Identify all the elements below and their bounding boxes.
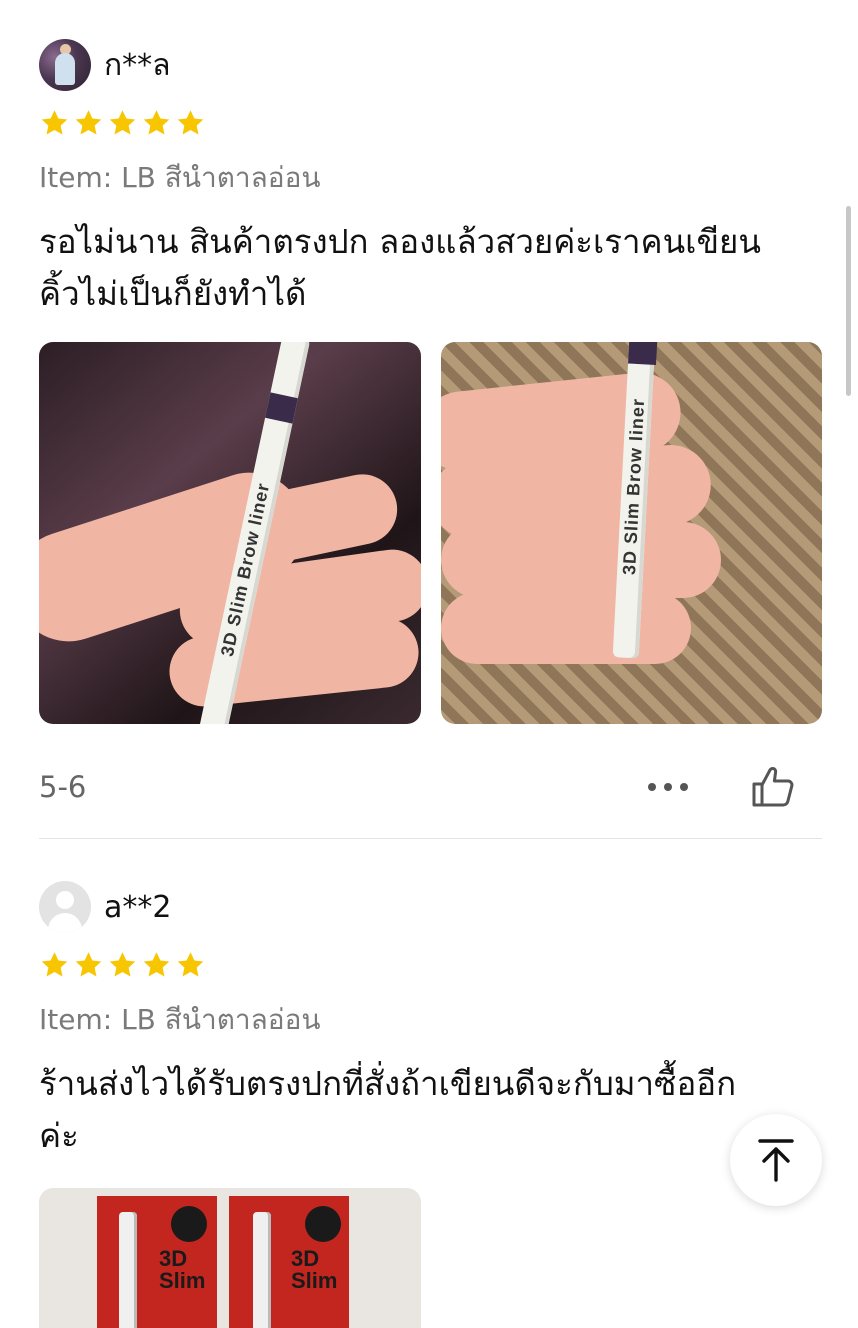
review-meta-row: 5-6 [39, 764, 822, 810]
avatar-figure [55, 53, 75, 85]
star-icon [177, 952, 204, 977]
product-card: 3D Slim [229, 1196, 349, 1328]
arrow-up-to-top-icon [758, 1139, 794, 1182]
brow-pencil [253, 1212, 271, 1328]
reviewer-name: ก**ล [104, 47, 171, 83]
star-icon [109, 952, 136, 977]
default-avatar[interactable] [39, 881, 91, 933]
avatar[interactable] [39, 39, 91, 91]
star-icon [75, 952, 102, 977]
review-text: รอไม่นาน สินค้าตรงปก ลองแล้วสวยค่ะเราคนเ… [39, 216, 829, 320]
card-title: 3D Slim [159, 1246, 206, 1293]
finger-shape [440, 592, 691, 664]
item-variant: Item: LB สีนำตาลอ่อน [39, 161, 321, 194]
review-photo[interactable]: 3D Slim Brow liner [39, 342, 421, 724]
review-photos: 3D Slim 3D Slim [39, 1188, 822, 1328]
star-rating [39, 950, 822, 980]
pencil-band [627, 342, 657, 365]
reviewer-name: a**2 [104, 889, 172, 925]
brand-logo [171, 1206, 207, 1242]
scrollbar[interactable] [846, 206, 851, 396]
reviewer-row: ก**ล [39, 38, 822, 92]
review-actions [648, 765, 796, 809]
avatar-head [56, 891, 74, 909]
review-photo[interactable]: 3D Slim 3D Slim [39, 1188, 421, 1328]
finger-shape [440, 522, 721, 598]
pencil-band [265, 392, 298, 424]
star-icon [143, 952, 170, 977]
item-variant: Item: LB สีนำตาลอ่อน [39, 1003, 321, 1036]
avatar-body [48, 913, 82, 933]
review-photo[interactable]: 3D Slim Brow liner [440, 342, 822, 724]
brand-logo [305, 1206, 341, 1242]
star-icon [41, 110, 68, 135]
more-dots-icon[interactable] [648, 782, 688, 792]
review-text-line: ค่ะ [39, 1116, 79, 1155]
reviewer-row: a**2 [39, 880, 822, 934]
scroll-to-top-button[interactable] [730, 1114, 822, 1206]
star-icon [109, 110, 136, 135]
star-icon [143, 110, 170, 135]
review-text-line: รอไม่นาน สินค้าตรงปก ลองแล้วสวยค่ะเราคนเ… [39, 222, 761, 261]
star-icon [75, 110, 102, 135]
star-rating [39, 108, 822, 138]
brow-pencil [119, 1212, 137, 1328]
review-photos: 3D Slim Brow liner 3D Slim Brow liner [39, 342, 822, 724]
star-icon [177, 110, 204, 135]
review-date: 5-6 [39, 770, 87, 804]
thumbs-up-icon[interactable] [750, 765, 796, 809]
card-title: 3D Slim [291, 1246, 338, 1293]
review-text-line: คิ้วไม่เป็นก็ยังทำได้ [39, 274, 307, 313]
divider [39, 838, 822, 839]
star-icon [41, 952, 68, 977]
review-text: ร้านส่งไวได้รับตรงปกที่สั่งถ้าเขียนดีจะก… [39, 1058, 829, 1162]
review-card: a**2 Item: LB สีนำตาลอ่อน ร้านส่งไวได้รั… [39, 880, 822, 1328]
product-card: 3D Slim [97, 1196, 217, 1328]
review-card: ก**ล Item: LB สีนำตาลอ่อน รอไม่นาน สินค้… [39, 38, 822, 810]
review-text-line: ร้านส่งไวได้รับตรงปกที่สั่งถ้าเขียนดีจะก… [39, 1064, 737, 1103]
